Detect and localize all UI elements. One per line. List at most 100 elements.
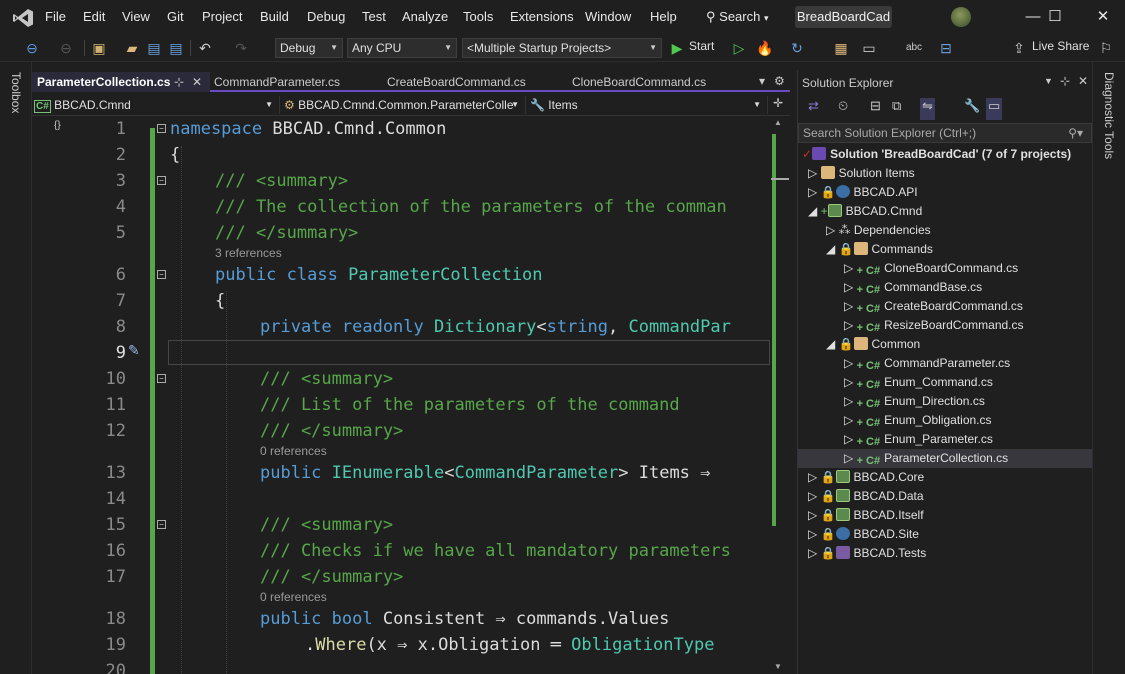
tree-item[interactable]: ▷ 🔒 BBCAD.Itself: [808, 506, 924, 525]
tree-item[interactable]: ◢ 🔒 Commands: [826, 240, 933, 259]
scroll-down-icon[interactable]: ▼: [774, 662, 782, 671]
back-icon[interactable]: ⊖: [24, 38, 40, 58]
switch-views-icon[interactable]: ⇄: [808, 98, 819, 120]
redo-icon[interactable]: ↷: [232, 38, 250, 58]
startup-project-dropdown[interactable]: <Multiple Startup Projects> ▼: [462, 38, 662, 58]
tree-item[interactable]: ▷ 🔒 BBCAD.Core: [808, 468, 924, 487]
history-icon[interactable]: ⏲: [838, 98, 848, 120]
code-cleanup-icon[interactable]: {}: [54, 120, 61, 131]
codelens-references[interactable]: 0 references: [260, 444, 327, 458]
close-button[interactable]: ✕: [1081, 0, 1125, 34]
save-icon[interactable]: ▤: [146, 38, 162, 58]
quick-actions-icon[interactable]: ✎: [128, 342, 140, 359]
menu-project[interactable]: Project: [202, 9, 242, 24]
editor-scrollbar[interactable]: ▲ ▼: [771, 116, 789, 674]
fold-toggle-icon[interactable]: −: [157, 520, 166, 529]
menu-window[interactable]: Window: [585, 9, 631, 24]
tree-item[interactable]: ▷ + C# ResizeBoardCommand.cs: [844, 316, 1024, 335]
tab-createboardcommand[interactable]: CreateBoardCommand.cs: [382, 72, 566, 92]
codelens-references[interactable]: 0 references: [260, 590, 327, 604]
layout-icon[interactable]: ▭: [860, 38, 878, 58]
pin-icon[interactable]: ⊹: [1060, 74, 1070, 88]
split-icon[interactable]: ✛: [773, 96, 783, 110]
tree-item[interactable]: ▷ + C# Enum_Obligation.cs: [844, 411, 992, 430]
browse-icon[interactable]: ▦: [832, 38, 850, 58]
toolbox-tab[interactable]: Toolbox: [9, 72, 23, 113]
new-project-icon[interactable]: ▣: [90, 38, 108, 58]
refresh-icon[interactable]: ↻: [788, 38, 806, 58]
avatar[interactable]: [951, 7, 971, 27]
tree-item[interactable]: ▷ + C# Enum_Direction.cs: [844, 392, 985, 411]
code-area[interactable]: {} 1 2 3 4 5 6 7 8 9 ✎ 10 11 12 13 14 15…: [32, 116, 790, 674]
tree-item-selected[interactable]: ▷ + C# ParameterCollection.cs: [798, 449, 1092, 468]
start-button[interactable]: Start: [689, 39, 714, 53]
tab-list-dropdown-icon[interactable]: ▾: [759, 74, 765, 88]
show-all-files-icon[interactable]: ⧉: [892, 98, 901, 120]
platform-dropdown[interactable]: Any CPU ▼: [347, 38, 457, 58]
close-icon[interactable]: ✕: [1078, 74, 1088, 88]
sync-with-document-icon[interactable]: ⇋: [920, 98, 935, 120]
tab-commandparameter[interactable]: CommandParameter.cs: [209, 72, 383, 92]
menu-help[interactable]: Help: [650, 9, 677, 24]
project-dropdown[interactable]: C# BBCAD.Cmnd ▼: [32, 96, 280, 114]
tree-item[interactable]: ◢ + BBCAD.Cmnd: [808, 202, 922, 221]
tree-item[interactable]: ▷ + C# CloneBoardCommand.cs: [844, 259, 1018, 278]
fold-toggle-icon[interactable]: −: [157, 176, 166, 185]
live-share-icon[interactable]: ⇪: [1012, 38, 1026, 58]
fold-toggle-icon[interactable]: −: [157, 374, 166, 383]
comment-icon[interactable]: ⊟: [937, 38, 955, 58]
tree-item[interactable]: ▷ ⁂ Dependencies: [826, 221, 931, 240]
menu-test[interactable]: Test: [362, 9, 386, 24]
search-button[interactable]: ⚲ Search ▾: [706, 9, 769, 25]
menu-debug[interactable]: Debug: [307, 9, 345, 24]
menu-tools[interactable]: Tools: [463, 9, 493, 24]
feedback-icon[interactable]: ⚐: [1098, 38, 1114, 58]
menu-view[interactable]: View: [122, 9, 150, 24]
play-icon[interactable]: ▶: [670, 38, 684, 58]
open-folder-icon[interactable]: ▰: [124, 38, 140, 58]
menu-extensions[interactable]: Extensions: [510, 9, 574, 24]
tree-solution[interactable]: ✓ Solution 'BreadBoardCad' (7 of 7 projec…: [802, 145, 1071, 164]
menu-analyze[interactable]: Analyze: [402, 9, 448, 24]
tree-item[interactable]: ▷ 🔒 BBCAD.Site: [808, 525, 919, 544]
type-dropdown[interactable]: ⚙ BBCAD.Cmnd.Common.ParameterColle ▼: [282, 96, 526, 114]
solution-search-input[interactable]: Search Solution Explorer (Ctrl+;) ⚲▾: [798, 123, 1092, 143]
properties-icon[interactable]: 🔧: [964, 98, 980, 120]
tree-item[interactable]: ▷ 🔒 BBCAD.API: [808, 183, 918, 202]
fold-toggle-icon[interactable]: −: [157, 270, 166, 279]
hot-reload-icon[interactable]: 🔥: [756, 38, 774, 58]
tree-item[interactable]: ▷ 🔒 BBCAD.Tests: [808, 544, 926, 563]
live-share-button[interactable]: Live Share: [1032, 39, 1089, 53]
tree-item[interactable]: ▷ + C# CreateBoardCommand.cs: [844, 297, 1023, 316]
start-without-debugging-icon[interactable]: ▷: [732, 38, 746, 58]
diagnostic-tools-tab[interactable]: Diagnostic Tools: [1102, 72, 1116, 159]
save-all-icon[interactable]: ▤: [168, 38, 184, 58]
member-dropdown[interactable]: 🔧 Items ▼: [528, 96, 768, 114]
panel-options-icon[interactable]: ▼: [1044, 76, 1053, 86]
configuration-dropdown[interactable]: Debug ▼: [275, 38, 343, 58]
tree-item[interactable]: ▷ + C# Enum_Parameter.cs: [844, 430, 993, 449]
pin-icon[interactable]: ⊹: [174, 72, 184, 92]
settings-icon[interactable]: ⚙: [774, 74, 785, 88]
tab-parametercollection[interactable]: ParameterCollection.cs ⊹ ✕: [32, 72, 210, 92]
preview-selected-icon[interactable]: ▭: [986, 98, 1003, 120]
undo-icon[interactable]: ↶: [196, 38, 214, 58]
codelens-references[interactable]: 3 references: [215, 246, 282, 260]
menu-git[interactable]: Git: [167, 9, 184, 24]
tree-item[interactable]: ◢ 🔒 Common: [826, 335, 920, 354]
scroll-up-icon[interactable]: ▲: [774, 118, 782, 127]
tree-item[interactable]: ▷ 🔒 BBCAD.Data: [808, 487, 924, 506]
collapse-all-icon[interactable]: ⊟: [870, 98, 881, 120]
tree-item[interactable]: ▷ + C# CommandBase.cs: [844, 278, 982, 297]
spell-check-icon[interactable]: abc: [905, 38, 923, 58]
maximize-button[interactable]: ☐: [1033, 0, 1077, 34]
visual-studio-logo-icon[interactable]: [12, 8, 34, 28]
tree-item[interactable]: ▷ + C# CommandParameter.cs: [844, 354, 1010, 373]
menu-edit[interactable]: Edit: [83, 9, 105, 24]
tab-cloneboardcommand[interactable]: CloneBoardCommand.cs: [567, 72, 747, 92]
fold-toggle-icon[interactable]: −: [157, 124, 166, 133]
close-icon[interactable]: ✕: [192, 72, 202, 92]
menu-build[interactable]: Build: [260, 9, 289, 24]
tree-item[interactable]: ▷ Solution Items: [808, 164, 915, 183]
forward-icon[interactable]: ⊖: [58, 38, 74, 58]
